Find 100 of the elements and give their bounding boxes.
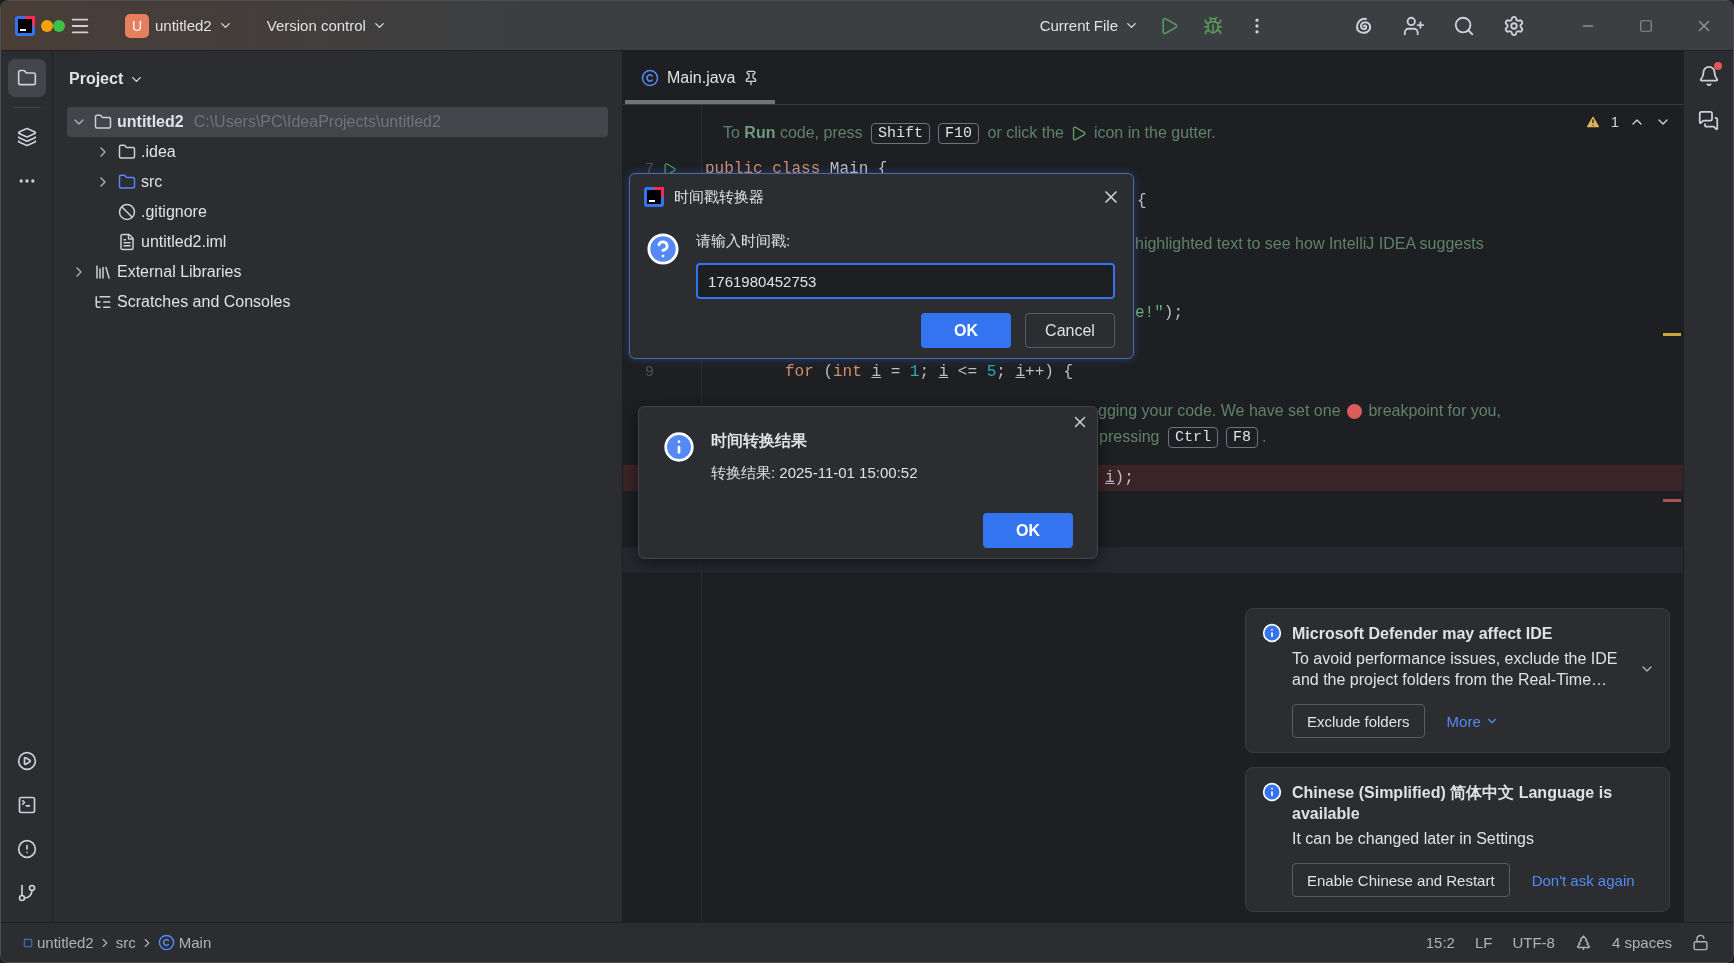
ok-button[interactable]: OK <box>921 313 1011 348</box>
dialog-title: 时间转换结果 <box>711 431 808 451</box>
key-cap: Ctrl <box>1167 426 1218 448</box>
info-icon <box>1262 623 1282 643</box>
code-text: ); <box>1163 304 1183 322</box>
code-text: i <box>1105 469 1115 487</box>
comment-text: code, press <box>778 124 864 142</box>
breadcrumb[interactable]: Main <box>153 934 216 951</box>
code-text: ); <box>1114 469 1134 487</box>
breadcrumb[interactable]: src <box>111 934 140 951</box>
input-field[interactable]: 1761980452753 <box>696 263 1115 299</box>
chat-icon[interactable] <box>1698 109 1719 131</box>
search-icon[interactable] <box>1453 14 1475 37</box>
comment-text: highlighted text to see how IntelliJ IDEA suggests <box>1135 235 1484 253</box>
tree-item[interactable]: untitled2.iml <box>91 227 608 257</box>
notification-text: It can be changed later in Settings <box>1292 829 1534 849</box>
comment-text: breakpoint for you, <box>1367 402 1501 420</box>
dismiss-link[interactable]: Don't ask again <box>1531 871 1635 889</box>
tree-item-name: External Libraries <box>117 263 242 281</box>
class-icon <box>157 934 175 951</box>
tree-item-name: .idea <box>141 143 176 161</box>
project-tool-button[interactable] <box>7 59 46 97</box>
code-text: for <box>785 363 814 381</box>
caret-position[interactable]: 15:2 <box>1415 934 1465 951</box>
code-text: { <box>1137 192 1147 210</box>
run-icon[interactable] <box>16 751 37 771</box>
dialog-title: 时间戳转换器 <box>674 187 765 207</box>
code-text: = <box>889 363 902 381</box>
warning-icon <box>1584 113 1601 130</box>
status-dot <box>41 19 53 32</box>
add-user-icon[interactable] <box>1403 14 1425 37</box>
folder-icon <box>16 68 37 88</box>
code-text: i <box>871 363 882 381</box>
tree-item[interactable]: .gitignore <box>91 197 608 227</box>
breadcrumb[interactable]: untitled2 <box>19 934 98 951</box>
code-text: i <box>1015 363 1026 381</box>
comment-text: gging your code. We have set one <box>1098 402 1342 420</box>
file-icon <box>118 233 136 251</box>
play-icon <box>1070 124 1088 142</box>
list-icon <box>94 293 112 311</box>
info-icon <box>663 431 695 463</box>
app-logo <box>15 15 35 36</box>
library-icon <box>94 263 112 281</box>
folder-icon <box>118 143 136 161</box>
comment-text: To <box>723 124 741 142</box>
vcs-selector[interactable]: Version control <box>258 11 395 40</box>
question-icon <box>646 232 680 266</box>
bell-icon[interactable] <box>1697 65 1720 87</box>
comment-text: Run <box>744 124 776 142</box>
maximize-icon[interactable] <box>1639 18 1653 33</box>
comment-text: pressing <box>1099 428 1161 446</box>
folder-icon <box>118 173 136 191</box>
tree-icon[interactable] <box>1574 934 1592 951</box>
unread-dot <box>1713 62 1722 70</box>
problems-icon[interactable] <box>16 839 37 859</box>
comment-text: icon in the gutter. <box>1092 124 1216 142</box>
layers-icon[interactable] <box>16 127 37 147</box>
code-text: 1 <box>909 363 920 381</box>
tree-item-name: untitled2 <box>117 113 184 131</box>
editor-tab[interactable]: Main.java <box>625 51 776 104</box>
notification-button[interactable]: Enable Chinese and Restart <box>1292 863 1510 897</box>
terminal-icon[interactable] <box>16 795 37 815</box>
tree-item[interactable]: src <box>91 167 608 197</box>
info-icon <box>1262 782 1282 802</box>
folder-icon <box>94 113 112 131</box>
notification-button[interactable]: Exclude folders <box>1292 704 1425 738</box>
code-text: ( <box>822 363 833 381</box>
tree-item[interactable]: .idea <box>91 137 608 167</box>
prompt-label: 请输入时间戳: <box>696 232 792 251</box>
app-logo <box>644 187 664 207</box>
project-selector[interactable]: U untitled2 <box>117 7 241 44</box>
code-text: public <box>705 160 764 178</box>
project-badge: U <box>125 13 149 38</box>
more-link[interactable]: More <box>1446 712 1499 730</box>
lock-icon[interactable] <box>1692 934 1709 951</box>
branch-icon[interactable] <box>16 883 37 903</box>
code-text: ; <box>996 363 1007 381</box>
run-config-selector[interactable]: Current File <box>1031 11 1147 40</box>
notification-text: To avoid performance issues, exclude the IDE and the project folders from the Real-Time… <box>1292 649 1619 690</box>
comment-text: . <box>1261 428 1267 446</box>
module-icon <box>23 937 33 948</box>
bug-icon[interactable] <box>1203 15 1223 36</box>
tree-item-name: src <box>141 173 163 191</box>
line-separator[interactable]: LF <box>1464 934 1503 951</box>
tree-item[interactable]: External Libraries <box>67 257 608 287</box>
dialog-message: 转换结果: 2025-11-01 15:00:52 <box>711 464 919 483</box>
file-encoding[interactable]: UTF-8 <box>1502 934 1565 951</box>
tree-item-name: Scratches and Consoles <box>117 293 291 311</box>
indent-setting[interactable]: 4 spaces <box>1601 934 1682 951</box>
code-text: ++) { <box>1025 363 1074 381</box>
warning-count: 1 <box>1610 113 1619 130</box>
ok-button[interactable]: OK <box>983 513 1073 548</box>
cancel-button[interactable]: Cancel <box>1025 313 1115 348</box>
tree-item-name: untitled2.iml <box>141 233 227 251</box>
ban-icon <box>118 203 136 221</box>
settings-icon[interactable] <box>1503 14 1525 37</box>
comment-text: or click the <box>986 124 1065 142</box>
panel-title[interactable]: Project <box>67 51 145 107</box>
class-icon <box>641 68 659 87</box>
tree-item[interactable]: Scratches and Consoles <box>67 287 608 317</box>
